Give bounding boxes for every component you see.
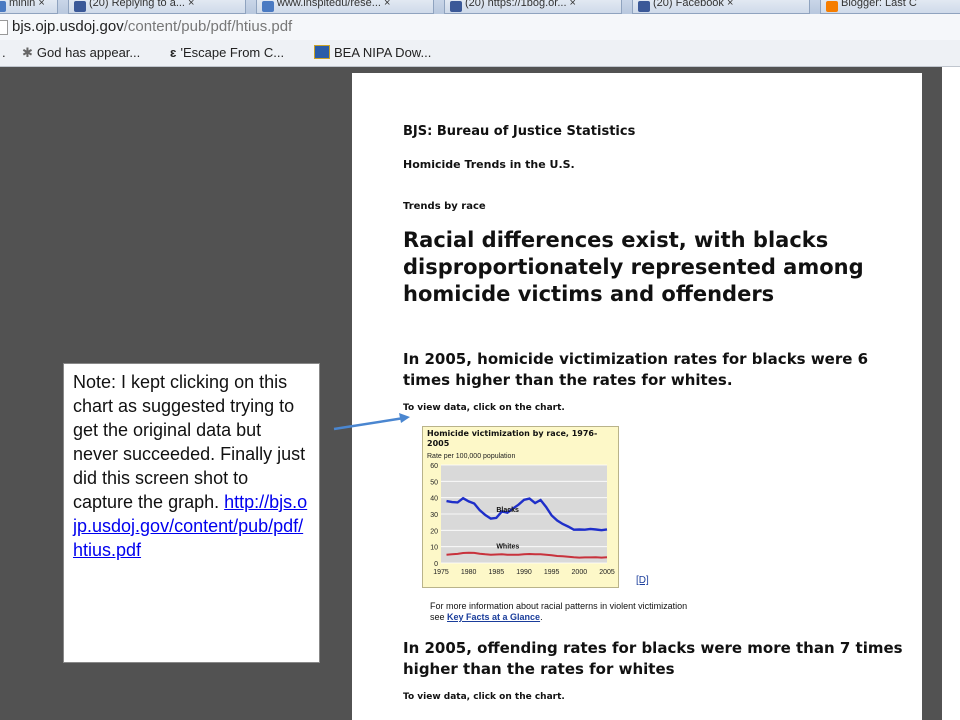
bea-icon — [314, 45, 330, 59]
star-icon: ✱ — [22, 45, 33, 60]
x-tick-label: 2005 — [599, 569, 615, 576]
pdf-page: BJS: Bureau of Justice Statistics Homici… — [352, 73, 922, 720]
series-title: Homicide Trends in the U.S. — [403, 158, 575, 171]
facebook-icon — [74, 1, 86, 12]
finding-offending: In 2005, offending rates for blacks were… — [403, 639, 903, 678]
x-tick-label: 2000 — [572, 569, 588, 576]
view-data-instruction-2: To view data, click on the chart. — [403, 692, 565, 702]
browser-tab[interactable]: (20) Replying to a... × — [68, 0, 246, 14]
note-text: Note: I kept clicking on this chart as s… — [73, 372, 306, 512]
ie-icon — [262, 1, 274, 12]
section-label: Trends by race — [403, 201, 486, 212]
victimization-chart[interactable]: Homicide victimization by race, 1976-200… — [422, 426, 619, 588]
data-link[interactable]: [D] — [636, 575, 649, 586]
facebook-icon — [638, 1, 650, 12]
y-tick-label: 0 — [434, 561, 438, 568]
arrow-shaft — [333, 416, 405, 431]
period-label: . — [540, 612, 543, 622]
browser-tab[interactable]: Blogger: Last C — [820, 0, 960, 14]
url-path: /content/pub/pdf/htius.pdf — [123, 18, 293, 35]
agency-title: BJS: Bureau of Justice Statistics — [403, 124, 636, 139]
chart-plot[interactable]: 0 10 20 30 40 50 60 1975 1980 1985 1990 1995 2000 200… — [423, 427, 618, 587]
y-tick-label: 50 — [430, 479, 438, 486]
bookmark-e-icon: ɛ — [170, 45, 177, 60]
x-tick-label: 1975 — [433, 569, 449, 576]
view-data-instruction: To view data, click on the chart. — [403, 403, 565, 413]
y-tick-label: 40 — [430, 496, 438, 503]
url-host: bjs.ojp.usdoj.gov — [12, 18, 124, 35]
overflow-dot-icon: . — [2, 45, 6, 60]
y-tick-label: 10 — [430, 545, 438, 552]
key-facts-link[interactable]: Key Facts at a Glance — [447, 612, 540, 622]
bookmark-item[interactable]: ✱ God has appear... — [22, 45, 140, 61]
page-icon — [0, 20, 8, 35]
browser-tab[interactable]: www.inspitedu/rese... × — [256, 0, 434, 14]
series-label-whites: Whites — [496, 544, 519, 551]
facebook-icon — [450, 1, 462, 12]
bookmark-item[interactable]: . — [2, 45, 6, 60]
finding-victimization: In 2005, homicide victimization rates fo… — [403, 350, 869, 389]
blogger-icon — [826, 1, 838, 12]
bookmark-item[interactable]: BEA NIPA Dow... — [314, 45, 431, 60]
browser-tab[interactable]: (20) https://1bog.or... × — [444, 0, 622, 14]
more-info-text: For more information about racial patter… — [430, 601, 687, 623]
browser-tab-strip: minin × (20) Replying to a... × www.insp… — [0, 0, 960, 14]
series-label-blacks: Blacks — [496, 507, 519, 514]
y-tick-label: 30 — [430, 512, 438, 519]
see-label: see — [430, 612, 448, 622]
x-tick-label: 1995 — [544, 569, 560, 576]
browser-tab[interactable]: (20) Facebook × — [632, 0, 810, 14]
annotation-note: Note: I kept clicking on this chart as s… — [63, 363, 320, 663]
x-tick-label: 1985 — [489, 569, 505, 576]
x-tick-label: 1980 — [461, 569, 477, 576]
bookmark-item[interactable]: ɛ 'Escape From C... — [170, 45, 284, 60]
y-tick-label: 20 — [430, 528, 438, 535]
annotation-arrow — [333, 413, 410, 431]
ie-icon — [0, 1, 6, 12]
window-edge — [942, 67, 960, 720]
y-tick-label: 60 — [430, 463, 438, 470]
browser-tab[interactable]: minin × — [0, 0, 58, 14]
bookmarks-bar: . ✱ God has appear... ɛ 'Escape From C... … — [0, 40, 960, 67]
url-text[interactable]: bjs.ojp.usdoj.gov/content/pub/pdf/htius.… — [12, 18, 292, 35]
address-bar[interactable]: bjs.ojp.usdoj.gov/content/pub/pdf/htius.… — [0, 14, 960, 41]
more-info-line: For more information about racial patter… — [430, 601, 688, 611]
x-tick-label: 1990 — [516, 569, 532, 576]
page-headline: Racial differences exist, with blacks di… — [403, 228, 864, 306]
more-info-see-line: see Key Facts at a Glance. — [430, 612, 687, 623]
arrow-head — [399, 413, 410, 423]
